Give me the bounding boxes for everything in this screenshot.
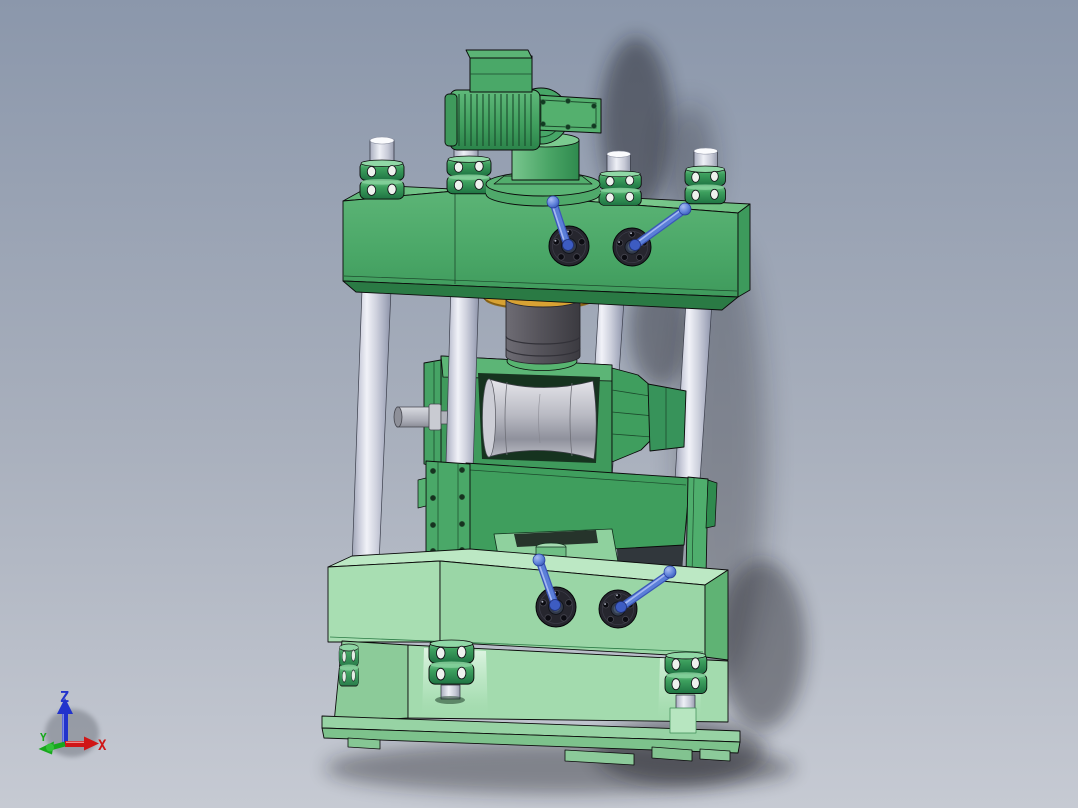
z-axis-label: Z: [60, 688, 69, 706]
x-axis-label: X: [98, 738, 107, 754]
support-post-right: [685, 476, 709, 578]
junction-box: [465, 49, 533, 93]
cad-viewport[interactable]: Z X Y: [0, 0, 1078, 808]
y-axis-label: Y: [40, 731, 47, 744]
forming-roller[interactable]: [482, 378, 597, 460]
ram-cylinder[interactable]: [505, 298, 581, 365]
tie-rod-lock-nut-base-left-edge[interactable]: [338, 643, 360, 687]
